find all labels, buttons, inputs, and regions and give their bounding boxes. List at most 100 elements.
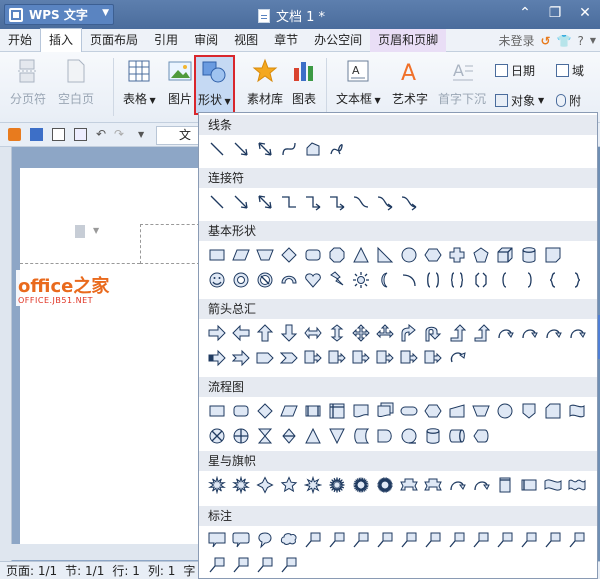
shape-sun[interactable]	[349, 268, 373, 292]
textbox-button[interactable]: A 文本框 ▼	[336, 58, 381, 107]
shape-preparation[interactable]	[421, 399, 445, 423]
shape-straight-double-arrow-connector[interactable]	[253, 190, 277, 214]
field-button[interactable]: 域	[556, 62, 584, 79]
shape-lightning[interactable]	[325, 268, 349, 292]
shape-right-arrow[interactable]	[205, 321, 229, 345]
shape-up-ribbon[interactable]	[397, 473, 421, 497]
print-preview-icon[interactable]	[74, 128, 87, 141]
shape-circle[interactable]	[397, 243, 421, 267]
shape-striped-right-arrow[interactable]	[205, 346, 229, 370]
shape-double-bracket[interactable]	[421, 268, 445, 292]
shape-no-symbol[interactable]	[253, 268, 277, 292]
picture-button[interactable]: 图片	[167, 58, 193, 107]
shape-quad-arrow-callout[interactable]	[421, 346, 445, 370]
chevron-down-icon[interactable]: ▼	[590, 36, 596, 45]
shape-line-callout-4-accent[interactable]	[469, 528, 493, 552]
shape-curved-up-ribbon[interactable]	[445, 473, 469, 497]
shape-line-callout-2-accent[interactable]	[421, 528, 445, 552]
table-button[interactable]: 表格 ▼	[123, 58, 156, 107]
shape-straight-connector[interactable]	[205, 190, 229, 214]
chevron-down-icon[interactable]: ▼	[138, 128, 151, 141]
shape-right-bracket[interactable]	[517, 268, 541, 292]
shape-double-brace[interactable]	[445, 268, 469, 292]
shape-donut[interactable]	[229, 268, 253, 292]
shapes-button[interactable]: 形状 ▼	[194, 55, 235, 115]
shape-direct-access-storage[interactable]	[445, 424, 469, 448]
shape-octagon-bracket[interactable]	[469, 268, 493, 292]
shape-decision[interactable]	[253, 399, 277, 423]
shape-elbow-connector[interactable]	[277, 190, 301, 214]
shape-sequential-access-storage[interactable]	[397, 424, 421, 448]
shape-4-point-star[interactable]	[253, 473, 277, 497]
shape-left-right-up-arrow[interactable]	[373, 321, 397, 345]
shape-magnetic-disk[interactable]	[421, 424, 445, 448]
shape-curved-left-arrow[interactable]	[517, 321, 541, 345]
shape-line-callout-1[interactable]	[301, 528, 325, 552]
shape-pentagon-arrow[interactable]	[253, 346, 277, 370]
shape-5-point-star[interactable]	[277, 473, 301, 497]
shape-explosion-2[interactable]	[229, 473, 253, 497]
app-menu-button[interactable]: WPS 文字 ▼	[4, 4, 114, 25]
skin-icon[interactable]: 👕	[557, 34, 572, 48]
shape-bent-arrow[interactable]	[397, 321, 421, 345]
shape-left-right-arrow[interactable]	[301, 321, 325, 345]
shape-scribble[interactable]	[325, 137, 349, 161]
shape-curved-down-arrow[interactable]	[565, 321, 589, 345]
shape-line-callout-2-border-accent[interactable]	[229, 553, 253, 577]
shape-24-point-star[interactable]	[349, 473, 373, 497]
tab-insert[interactable]: 插入	[40, 28, 83, 52]
shape-line-callout-2-no-border[interactable]	[517, 528, 541, 552]
page-break-button[interactable]: 分页符	[10, 58, 46, 107]
shape-left-up-arrow[interactable]	[445, 321, 469, 345]
shape-circular-arrow[interactable]	[445, 346, 469, 370]
shape-freeform[interactable]	[301, 137, 325, 161]
shape-cube[interactable]	[493, 243, 517, 267]
shape-rounded-rectangle[interactable]	[301, 243, 325, 267]
shape-line-callout-4-no-border[interactable]	[565, 528, 589, 552]
save-icon[interactable]	[30, 128, 43, 141]
shape-card[interactable]	[541, 399, 565, 423]
shape-extract[interactable]	[301, 424, 325, 448]
shape-rounded-rectangular-callout[interactable]	[229, 528, 253, 552]
shape-smiley[interactable]	[205, 268, 229, 292]
shape-curved-double-arrow-connector[interactable]	[397, 190, 421, 214]
shape-right-brace[interactable]	[565, 268, 589, 292]
horizontal-scrollbar[interactable]	[0, 544, 200, 560]
shape-up-down-arrow-callout[interactable]	[373, 346, 397, 370]
shape-collate[interactable]	[253, 424, 277, 448]
redo-icon[interactable]: ↷	[114, 128, 127, 141]
shape-quad-arrow[interactable]	[349, 321, 373, 345]
tab-view[interactable]: 视图	[226, 29, 266, 52]
shape-arc[interactable]	[397, 268, 421, 292]
shape-curved-up-arrow[interactable]	[541, 321, 565, 345]
refresh-icon[interactable]: ↺	[540, 34, 550, 48]
shape-manual-input[interactable]	[445, 399, 469, 423]
shape-predefined-process[interactable]	[301, 399, 325, 423]
tab-office-space[interactable]: 办公空间	[306, 29, 370, 52]
shape-off-page-connector[interactable]	[517, 399, 541, 423]
shape-pentagon[interactable]	[469, 243, 493, 267]
shape-parallelogram[interactable]	[229, 243, 253, 267]
shape-double-wave[interactable]	[565, 473, 589, 497]
tab-references[interactable]: 引用	[146, 29, 186, 52]
tab-review[interactable]: 审阅	[186, 29, 226, 52]
shape-right-triangle[interactable]	[373, 243, 397, 267]
shape-cloud-callout[interactable]	[277, 528, 301, 552]
shape-straight-arrow-connector[interactable]	[229, 190, 253, 214]
shape-line-callout-1-no-border[interactable]	[493, 528, 517, 552]
shape-line-callout-1-accent[interactable]	[397, 528, 421, 552]
shape-curved-connector[interactable]	[349, 190, 373, 214]
minimize-button[interactable]: ⌃	[510, 0, 540, 26]
shape-line-callout-2[interactable]	[325, 528, 349, 552]
shape-heart[interactable]	[301, 268, 325, 292]
shape-line-callout-4-border-accent[interactable]	[277, 553, 301, 577]
date-button[interactable]: 日期	[495, 62, 535, 79]
shape-terminator[interactable]	[397, 399, 421, 423]
shape-data[interactable]	[277, 399, 301, 423]
shape-bent-up-arrow[interactable]	[469, 321, 493, 345]
shape-left-bracket[interactable]	[493, 268, 517, 292]
blank-page-button[interactable]: 空白页	[58, 58, 94, 107]
shape-rectangle[interactable]	[205, 243, 229, 267]
shape-folded-corner[interactable]	[541, 243, 565, 267]
shape-hexagon[interactable]	[421, 243, 445, 267]
